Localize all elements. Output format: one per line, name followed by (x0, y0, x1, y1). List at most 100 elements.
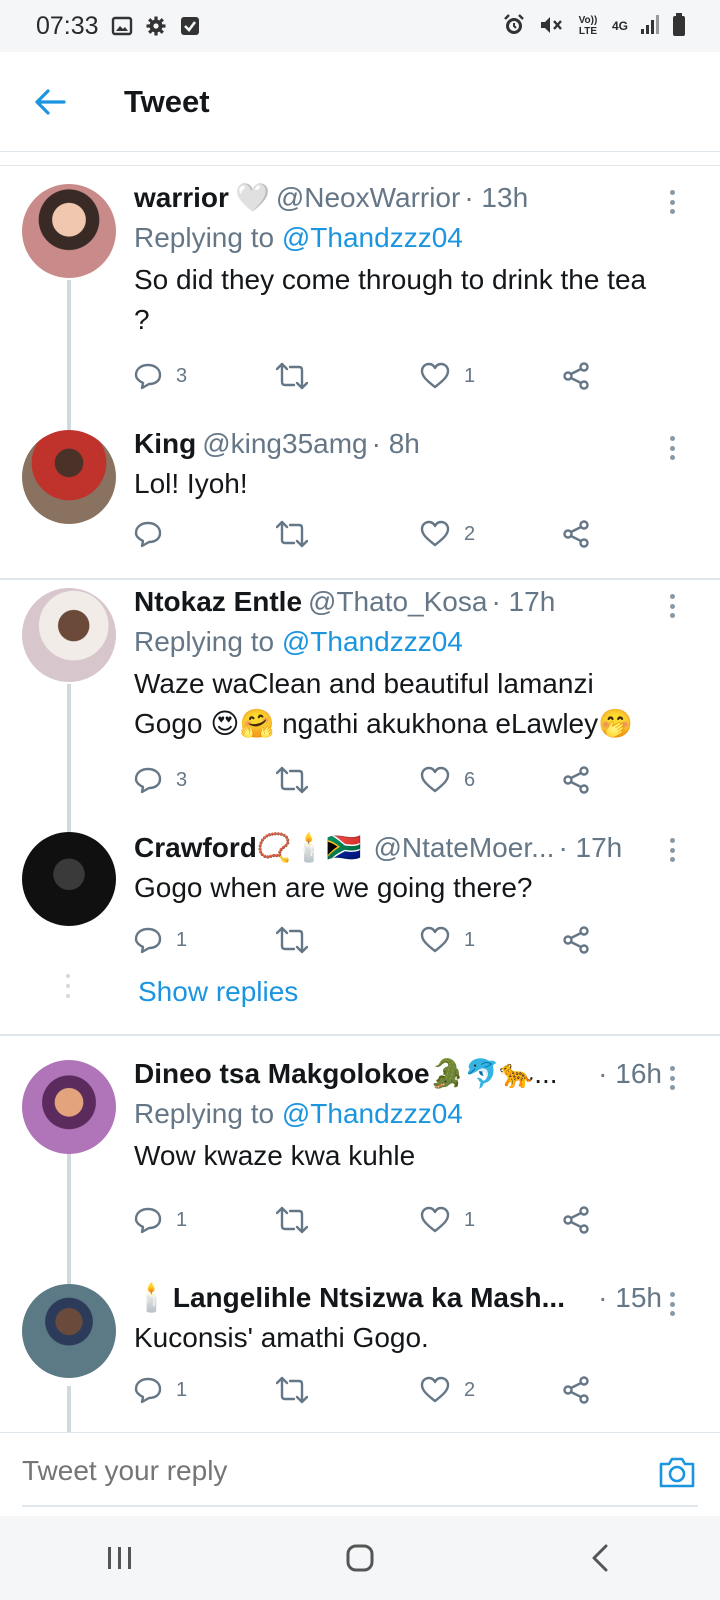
home-button[interactable] (320, 1528, 400, 1588)
tweet-content: 🕯️ Langelihle Ntsizwa ka Mash... · 15h K… (134, 1280, 662, 1358)
nav-back-button[interactable] (560, 1528, 640, 1588)
user-handle[interactable]: @NtateMoer... (374, 830, 555, 866)
tweet-item[interactable]: Crawford 📿🕯️🇿🇦 @NtateMoer... · 17h Gogo … (0, 830, 720, 960)
like-icon (420, 520, 450, 547)
like-button[interactable]: 6 (420, 760, 475, 800)
reply-input-underline (22, 1505, 698, 1507)
retweet-button[interactable] (276, 760, 308, 800)
clock: 07:33 (36, 11, 99, 40)
thread-divider (0, 1034, 720, 1036)
user-handle[interactable]: @king35amg (202, 426, 367, 462)
reply-icon (134, 521, 162, 548)
more-options-button[interactable] (662, 834, 682, 866)
mute-icon (538, 13, 564, 40)
replying-to: Replying to @Thandzzz04 (134, 1094, 662, 1134)
like-button[interactable]: 2 (420, 1370, 475, 1410)
reply-button[interactable] (134, 514, 176, 554)
more-options-button[interactable] (662, 1288, 682, 1320)
reply-button[interactable]: 3 (134, 760, 187, 800)
nav-back-icon (592, 1544, 608, 1572)
replying-to-link[interactable]: @Thandzzz04 (282, 222, 463, 253)
share-button[interactable] (562, 920, 590, 960)
avatar[interactable] (22, 832, 116, 926)
replying-to-link[interactable]: @Thandzzz04 (282, 626, 463, 657)
share-button[interactable] (562, 1370, 590, 1410)
share-button[interactable] (562, 514, 590, 554)
recent-apps-button[interactable] (80, 1528, 160, 1588)
page-title: Tweet (124, 83, 210, 119)
like-count: 2 (464, 1378, 476, 1401)
tweet-header: Dineo tsa Makgolokoe 🐊🐬🐆... · 16h (134, 1056, 662, 1092)
reply-input[interactable] (22, 1455, 582, 1487)
like-button[interactable]: 1 (420, 1200, 475, 1240)
network-gen-label: 4G (611, 19, 628, 33)
retweet-button[interactable] (276, 1370, 308, 1410)
display-name[interactable]: Langelihle Ntsizwa ka Mash... (173, 1280, 565, 1316)
avatar[interactable] (22, 184, 116, 278)
tweet-actions: 1 1 (134, 1200, 604, 1240)
reply-icon (134, 767, 162, 794)
display-name[interactable]: Ntokaz Entle (134, 584, 302, 620)
share-button[interactable] (562, 356, 590, 396)
replying-to-link[interactable]: @Thandzzz04 (282, 1098, 463, 1129)
retweet-button[interactable] (276, 920, 308, 960)
more-replies-indicator (65, 974, 71, 998)
reply-button[interactable]: 1 (134, 1370, 187, 1410)
like-button[interactable]: 2 (420, 514, 475, 554)
display-name[interactable]: King (134, 426, 196, 462)
replying-to: Replying to @Thandzzz04 (134, 218, 662, 258)
reply-icon (134, 1207, 162, 1234)
retweet-icon (276, 1206, 308, 1234)
avatar[interactable] (22, 1060, 116, 1154)
app-header: Tweet (0, 52, 720, 152)
back-arrow-icon (35, 88, 66, 115)
tweet-item[interactable]: Dineo tsa Makgolokoe 🐊🐬🐆... · 16h Replyi… (0, 1056, 720, 1286)
share-button[interactable] (562, 1200, 590, 1240)
retweet-button[interactable] (276, 514, 308, 554)
share-icon (563, 1206, 589, 1234)
user-handle[interactable]: @Thato_Kosa (308, 584, 487, 620)
tweet-content: Ntokaz Entle @Thato_Kosa · 17h Replying … (134, 584, 662, 744)
more-options-button[interactable] (662, 186, 682, 218)
more-options-button[interactable] (662, 432, 682, 464)
back-button[interactable] (24, 76, 76, 128)
retweet-icon (276, 520, 308, 548)
tweet-item[interactable]: Ntokaz Entle @Thato_Kosa · 17h Replying … (0, 584, 720, 834)
retweet-icon (276, 926, 308, 954)
share-button[interactable] (562, 760, 590, 800)
like-count: 1 (464, 1208, 476, 1231)
display-name[interactable]: warrior (134, 180, 229, 216)
share-icon (563, 362, 589, 390)
display-name[interactable]: Crawford (134, 830, 257, 866)
reply-button[interactable]: 1 (134, 1200, 187, 1240)
tweet-item[interactable]: 🕯️ Langelihle Ntsizwa ka Mash... · 15h K… (0, 1282, 720, 1432)
like-button[interactable]: 1 (420, 356, 475, 396)
show-replies-link[interactable]: Show replies (138, 976, 298, 1008)
timestamp: · 13h (464, 182, 529, 213)
name-emoji: 🕯️ (134, 1282, 169, 1313)
user-handle[interactable]: @NeoxWarrior (276, 180, 461, 216)
reply-icon (134, 363, 162, 390)
like-count: 2 (464, 522, 476, 545)
display-name[interactable]: Dineo tsa Makgolokoe (134, 1056, 430, 1092)
tweet-content: Dineo tsa Makgolokoe 🐊🐬🐆... · 16h Replyi… (134, 1056, 662, 1176)
tweet-item[interactable]: warrior 🤍 @NeoxWarrior · 13h Replying to… (0, 180, 720, 426)
reply-count: 3 (176, 364, 188, 387)
avatar[interactable] (22, 1284, 116, 1378)
header-separator (0, 152, 720, 166)
like-button[interactable]: 1 (420, 920, 475, 960)
tweet-item[interactable]: King @king35amg · 8h Lol! Iyoh! 2 (0, 426, 720, 566)
more-options-button[interactable] (662, 590, 682, 622)
avatar[interactable] (22, 588, 116, 682)
more-options-button[interactable] (662, 1062, 682, 1094)
tweet-header: Ntokaz Entle @Thato_Kosa · 17h (134, 584, 662, 620)
reply-button[interactable]: 3 (134, 356, 187, 396)
retweet-button[interactable] (276, 1200, 308, 1240)
reply-count: 1 (176, 1208, 188, 1231)
image-icon (111, 15, 133, 37)
avatar[interactable] (22, 430, 116, 524)
like-icon (420, 766, 450, 793)
retweet-button[interactable] (276, 356, 308, 396)
reply-button[interactable]: 1 (134, 920, 187, 960)
camera-button[interactable] (658, 1455, 696, 1489)
